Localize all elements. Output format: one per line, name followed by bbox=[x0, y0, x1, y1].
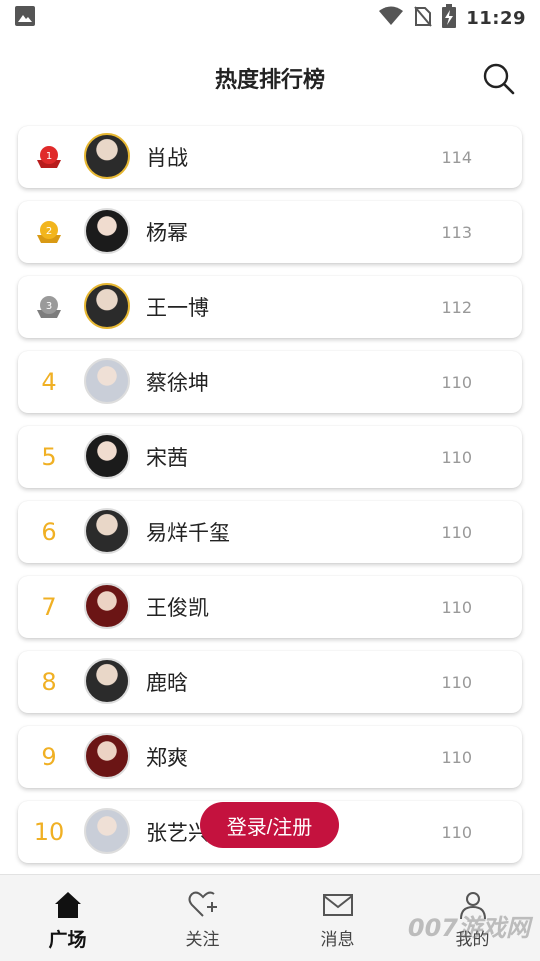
home-icon bbox=[54, 892, 81, 918]
rank-number: 9 bbox=[41, 743, 57, 771]
gold-medal-icon: 2 bbox=[37, 221, 61, 243]
star-name: 王俊凯 bbox=[146, 596, 209, 620]
heat-score: 110 bbox=[441, 672, 472, 692]
wifi-icon bbox=[378, 5, 404, 31]
tab-follow[interactable]: 关注 bbox=[135, 875, 270, 961]
clock: 11:29 bbox=[466, 7, 526, 29]
star-name: 肖战 bbox=[146, 146, 188, 170]
heat-score: 110 bbox=[441, 372, 472, 392]
heat-score: 113 bbox=[441, 222, 472, 242]
avatar bbox=[84, 583, 130, 629]
avatar bbox=[84, 658, 130, 704]
avatar bbox=[84, 208, 130, 254]
heat-score: 110 bbox=[441, 747, 472, 767]
rank-number: 5 bbox=[41, 443, 57, 471]
star-name: 王一博 bbox=[146, 296, 209, 320]
search-button[interactable] bbox=[482, 62, 516, 96]
star-name: 郑爽 bbox=[146, 746, 188, 770]
ranking-card[interactable]: 2 杨幂 113 bbox=[18, 201, 522, 263]
search-icon bbox=[483, 63, 515, 95]
ranking-card[interactable]: 9 郑爽 110 bbox=[18, 726, 522, 788]
ranking-card[interactable]: 4 蔡徐坤 110 bbox=[18, 351, 522, 413]
svg-text:1: 1 bbox=[46, 151, 52, 162]
status-bar: 11:29 bbox=[0, 0, 540, 36]
ranking-card[interactable]: 3 王一博 112 bbox=[18, 276, 522, 338]
avatar bbox=[84, 433, 130, 479]
star-name: 蔡徐坤 bbox=[146, 371, 209, 395]
avatar bbox=[84, 508, 130, 554]
rank-medal: 2 bbox=[32, 219, 66, 245]
svg-text:2: 2 bbox=[46, 226, 52, 237]
heat-score: 112 bbox=[441, 297, 472, 317]
avatar bbox=[84, 133, 130, 179]
battery-charging-icon bbox=[442, 4, 457, 32]
heat-score: 114 bbox=[441, 147, 472, 167]
avatar bbox=[84, 358, 130, 404]
heat-score: 110 bbox=[441, 447, 472, 467]
tab-messages[interactable]: 消息 bbox=[270, 875, 405, 961]
heat-score: 110 bbox=[441, 822, 472, 842]
heat-score: 110 bbox=[441, 522, 472, 542]
avatar bbox=[84, 283, 130, 329]
heat-score: 110 bbox=[441, 597, 472, 617]
star-name: 易烊千玺 bbox=[146, 521, 230, 545]
rank-number: 4 bbox=[41, 368, 57, 396]
rank-number: 8 bbox=[41, 668, 57, 696]
mail-icon bbox=[322, 894, 353, 916]
ranking-card[interactable]: 5 宋茜 110 bbox=[18, 426, 522, 488]
rank-number: 10 bbox=[33, 818, 65, 846]
rank-medal: 3 bbox=[32, 294, 66, 320]
rank-medal: 1 bbox=[32, 144, 66, 170]
star-name: 杨幂 bbox=[146, 221, 188, 245]
no-sim-icon bbox=[414, 5, 432, 31]
ranking-list: 1 肖战 114 2 杨幂 113 3 王一博 112 4 蔡徐坤 110 5 … bbox=[18, 126, 522, 876]
tab-label: 消息 bbox=[320, 930, 355, 950]
watermark: 007游戏网 bbox=[407, 914, 530, 942]
ranking-card[interactable]: 1 肖战 114 bbox=[18, 126, 522, 188]
star-name: 鹿晗 bbox=[146, 671, 188, 695]
heart-plus-icon bbox=[188, 891, 217, 917]
rank-number: 6 bbox=[41, 518, 57, 546]
ranking-card[interactable]: 6 易烊千玺 110 bbox=[18, 501, 522, 563]
page-title: 热度排行榜 bbox=[214, 68, 325, 93]
avatar bbox=[84, 733, 130, 779]
image-notification-icon bbox=[14, 5, 36, 31]
avatar bbox=[84, 808, 130, 854]
tab-square[interactable]: 广场 bbox=[0, 875, 135, 961]
title-bar: 热度排行榜 bbox=[0, 44, 540, 114]
red-medal-icon: 1 bbox=[37, 146, 61, 168]
silver-medal-icon: 3 bbox=[37, 296, 61, 318]
star-name: 宋茜 bbox=[146, 446, 188, 470]
ranking-card[interactable]: 8 鹿晗 110 bbox=[18, 651, 522, 713]
rank-number: 7 bbox=[41, 593, 57, 621]
tab-label: 关注 bbox=[185, 930, 220, 950]
svg-text:3: 3 bbox=[46, 301, 52, 312]
ranking-card[interactable]: 7 王俊凯 110 bbox=[18, 576, 522, 638]
login-register-button[interactable]: 登录/注册 bbox=[200, 802, 339, 848]
tab-label: 广场 bbox=[48, 929, 87, 951]
